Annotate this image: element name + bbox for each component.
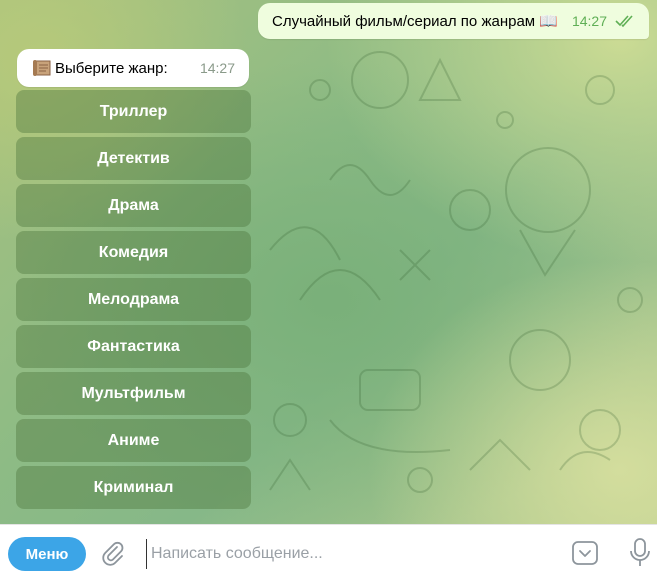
incoming-message: Выберите жанр: 14:27 — [17, 49, 249, 87]
inline-keyboard: Триллер Детектив Драма Комедия Мелодрама… — [16, 90, 251, 513]
incoming-message-text: Выберите жанр: — [55, 59, 168, 77]
genre-button-melodrama[interactable]: Мелодрама — [16, 278, 251, 321]
genre-button-thriller[interactable]: Триллер — [16, 90, 251, 133]
paperclip-icon[interactable] — [100, 540, 126, 566]
outgoing-message-text: Случайный фильм/сериал по жанрам 📖 — [271, 13, 558, 30]
genre-button-cartoon[interactable]: Мультфильм — [16, 372, 251, 415]
double-check-icon — [615, 15, 633, 28]
microphone-icon[interactable] — [628, 537, 652, 569]
chat-area: Случайный фильм/сериал по жанрам 📖 14:27… — [0, 0, 657, 524]
genre-button-fantasy[interactable]: Фантастика — [16, 325, 251, 368]
genre-button-crime[interactable]: Криминал — [16, 466, 251, 509]
scroll-icon — [33, 60, 51, 76]
genre-button-drama[interactable]: Драма — [16, 184, 251, 227]
genre-button-comedy[interactable]: Комедия — [16, 231, 251, 274]
keyboard-toggle-icon[interactable] — [571, 539, 599, 567]
outgoing-message-time: 14:27 — [571, 13, 607, 29]
incoming-message-time: 14:27 — [199, 60, 235, 76]
message-input[interactable] — [146, 539, 553, 569]
outgoing-message: Случайный фильм/сериал по жанрам 📖 14:27 — [257, 3, 649, 39]
genre-button-detective[interactable]: Детектив — [16, 137, 251, 180]
message-input-bar: Меню — [0, 524, 657, 580]
menu-button[interactable]: Меню — [8, 537, 86, 571]
genre-button-anime[interactable]: Аниме — [16, 419, 251, 462]
